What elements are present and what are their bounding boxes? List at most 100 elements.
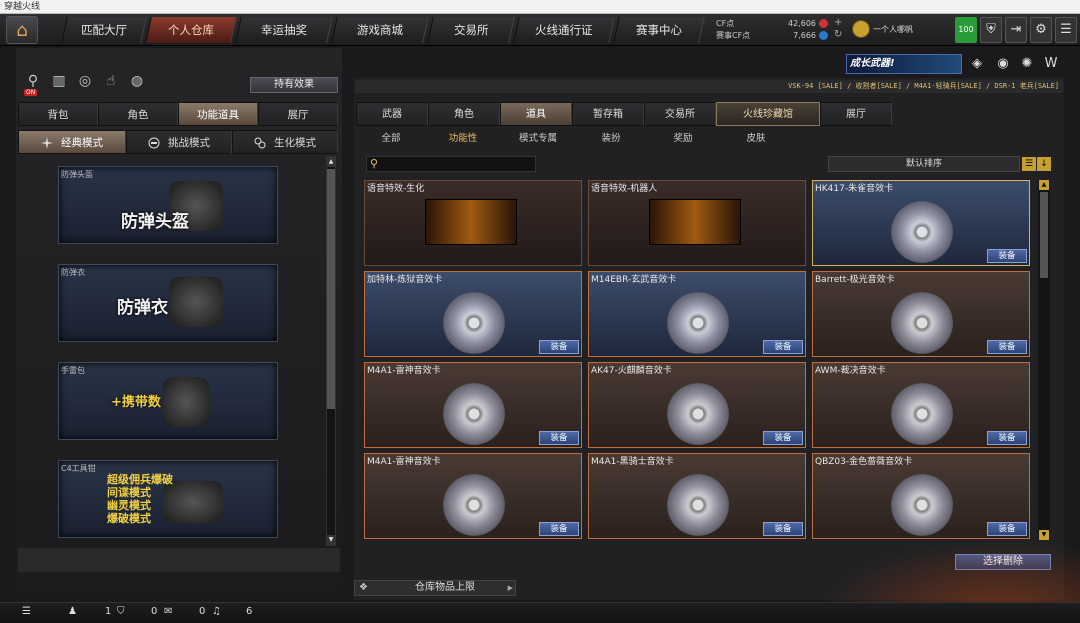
subtab-mode-exclusive[interactable]: 模式专属 <box>500 130 576 148</box>
equip-button[interactable]: 装备 <box>763 340 803 354</box>
scroll-thumb[interactable] <box>327 169 335 409</box>
item-card[interactable]: M4A1-雷神音效卡 装备 <box>364 453 582 539</box>
sub-tabs: 全部 功能性 模式专属 装扮 奖励 皮肤 <box>356 130 792 148</box>
item-card[interactable]: 加特林-炼狱音效卡 装备 <box>364 271 582 357</box>
tab-function-items[interactable]: 功能道具 <box>178 102 258 126</box>
tab-battle-pass[interactable]: 火线通行证 <box>513 17 615 43</box>
add-icon[interactable]: + <box>834 17 842 29</box>
scroll-thumb[interactable] <box>1040 192 1048 278</box>
equip-button[interactable]: 装备 <box>763 522 803 536</box>
refresh-icon[interactable]: ↻ <box>834 29 842 41</box>
exit-icon[interactable]: ⇥ <box>1005 17 1027 43</box>
warehouse-limit-bar[interactable]: ❖ 仓库物品上限 ▶ <box>354 580 516 596</box>
grenade-pack-icon <box>163 377 209 427</box>
grenade-icon[interactable]: ◍ <box>128 72 146 90</box>
item-card[interactable]: 语音特效-生化 <box>364 180 582 266</box>
stats-icon[interactable]: ▥ <box>50 72 68 90</box>
effect-toggle-icon[interactable]: ⚲ <box>24 72 42 90</box>
list-item[interactable]: 手雷包 +携带数 <box>58 362 278 440</box>
tab-storage-box[interactable]: 暂存箱 <box>572 102 644 126</box>
list-item[interactable]: C4工具钳 超级佣兵爆破 间谍模式 幽灵模式 爆破模式 <box>58 460 278 538</box>
equip-button[interactable]: 装备 <box>987 431 1027 445</box>
volume-icon[interactable]: ♫ <box>212 606 221 617</box>
badge-icon[interactable]: ◈ <box>968 55 986 73</box>
growth-weapon-banner[interactable]: 成长武器! <box>846 54 962 74</box>
select-delete-button[interactable]: 选择删除 <box>955 554 1051 570</box>
tab-items[interactable]: 道具 <box>500 102 572 126</box>
subtab-dress[interactable]: 装扮 <box>576 130 646 148</box>
menu-icon[interactable]: ☰ <box>1055 17 1077 43</box>
shield-icon[interactable]: ⛨ <box>980 17 1002 43</box>
left-scrollbar[interactable]: ▲ ▼ <box>326 156 336 546</box>
sort-direction-icon[interactable]: ↓ <box>1037 157 1051 171</box>
tab-trade[interactable]: 交易所 <box>644 102 716 126</box>
level-badge[interactable]: 100 <box>955 17 977 43</box>
tab-zombie-mode[interactable]: 生化模式 <box>232 130 338 154</box>
equip-button[interactable]: 装备 <box>763 431 803 445</box>
subtab-skin[interactable]: 皮肤 <box>720 130 792 148</box>
item-card[interactable]: AK47-火麒麟音效卡装备 <box>588 362 806 448</box>
spin-icon[interactable]: ✺ <box>1018 55 1036 73</box>
equip-button[interactable]: 装备 <box>539 431 579 445</box>
tab-collection-hall[interactable]: 火线珍藏馆 <box>716 102 820 126</box>
scroll-down-icon[interactable]: ▼ <box>1039 530 1049 540</box>
subtab-reward[interactable]: 奖励 <box>646 130 720 148</box>
zombie-mode-icon <box>254 137 266 149</box>
list-item[interactable]: 防弹衣 防弹衣 <box>58 264 278 342</box>
item-card[interactable]: M4A1-雷神音效卡 装备 <box>364 362 582 448</box>
item-card[interactable]: 语音特效-机器人 <box>588 180 806 266</box>
equip-button[interactable]: 装备 <box>539 522 579 536</box>
voice-effect-icon <box>649 199 741 245</box>
sort-select[interactable]: 默认排序 <box>828 156 1020 172</box>
item-card[interactable]: AWM-裁决音效卡 装备 <box>812 362 1030 448</box>
tab-game-mall[interactable]: 游戏商城 <box>331 17 429 43</box>
equip-button[interactable]: 装备 <box>539 340 579 354</box>
equip-button[interactable]: 装备 <box>987 249 1027 263</box>
list-icon[interactable]: ☰ <box>22 606 31 617</box>
scroll-up-icon[interactable]: ▲ <box>1039 180 1049 190</box>
tab-event-center[interactable]: 赛事中心 <box>613 17 705 43</box>
search-input[interactable]: ⚲ <box>366 156 536 172</box>
list-item[interactable]: 防弹头盔 防弹头盔 <box>58 166 278 244</box>
scroll-down-icon[interactable]: ▼ <box>327 535 335 545</box>
equip-button[interactable]: 装备 <box>987 340 1027 354</box>
wing-icon[interactable]: W <box>1042 55 1060 73</box>
on-badge: ON <box>24 89 38 96</box>
hold-effect-button[interactable]: 持有效果 <box>250 77 338 93</box>
item-card[interactable]: QBZ03-金色蔷薇音效卡 装备 <box>812 453 1030 539</box>
sm-cf-value: 7,666 <box>793 31 816 40</box>
home-icon[interactable]: ⌂ <box>6 16 38 44</box>
item-card[interactable]: M4A1-黑骑士音效卡 装备 <box>588 453 806 539</box>
tab-backpack[interactable]: 背包 <box>18 102 98 126</box>
subtab-functional[interactable]: 功能性 <box>426 130 500 148</box>
shield-small-icon: ⛉ <box>117 606 125 617</box>
left-tabs: 背包 角色 功能道具 展厅 <box>18 102 338 126</box>
subtab-all[interactable]: 全部 <box>356 130 426 148</box>
item-card[interactable]: M14EBR-玄武音效卡 装备 <box>588 271 806 357</box>
gear-icon[interactable]: ⚙ <box>1030 17 1052 43</box>
tab-gallery[interactable]: 展厅 <box>820 102 892 126</box>
tab-personal-warehouse[interactable]: 个人仓库 <box>145 17 237 43</box>
item-card[interactable]: Barrett-极光音效卡 装备 <box>812 271 1030 357</box>
hand-icon[interactable]: ☝ <box>102 72 120 90</box>
tab-weapons[interactable]: 武器 <box>356 102 428 126</box>
tab-exchange[interactable]: 交易所 <box>427 17 515 43</box>
tab-lucky-draw[interactable]: 幸运抽奖 <box>235 17 333 43</box>
tab-characters[interactable]: 角色 <box>428 102 500 126</box>
chat-icon[interactable]: ✉ <box>164 606 172 617</box>
tab-showroom[interactable]: 展厅 <box>258 102 338 126</box>
item-list: 防弹头盔 防弹头盔 防弹衣 防弹衣 手雷包 +携带数 C4工具钳 超级佣兵爆破 … <box>16 160 326 548</box>
tab-match-lobby[interactable]: 匹配大厅 <box>61 17 147 43</box>
target-icon[interactable]: ◉ <box>994 55 1012 73</box>
tab-character[interactable]: 角色 <box>98 102 178 126</box>
right-scrollbar[interactable]: ▲ ▼ <box>1038 180 1050 540</box>
tab-classic-mode[interactable]: 经典模式 <box>18 130 126 154</box>
tab-challenge-mode[interactable]: 挑战模式 <box>126 130 232 154</box>
scroll-up-icon[interactable]: ▲ <box>327 157 335 167</box>
equip-button[interactable]: 装备 <box>987 522 1027 536</box>
cycle-icon[interactable]: ◎ <box>76 72 94 90</box>
item-card[interactable]: HK417-朱雀音效卡 装备 <box>812 180 1030 266</box>
search-icon: ⚲ <box>370 157 379 170</box>
item-card-name: AK47-火麒麟音效卡 <box>591 366 672 376</box>
list-view-icon[interactable]: ☰ <box>1022 157 1036 171</box>
